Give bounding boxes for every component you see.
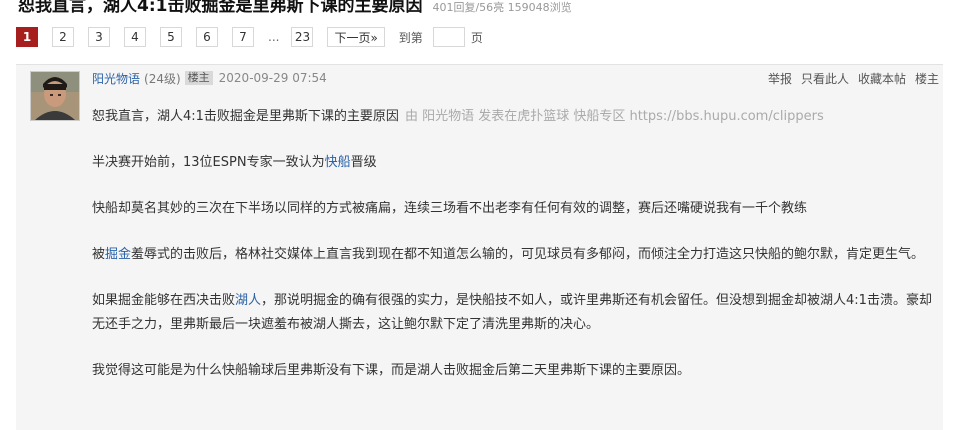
post-body: 恕我直言，湖人4:1击败掘金是里弗斯下课的主要原因由 阳光物语 发表在虎扑篮球 … [92,105,942,405]
p4-text-a: 如果掘金能够在西决击败 [92,293,236,308]
avatar[interactable] [30,71,80,121]
lakers-link[interactable]: 湖人 [235,293,261,308]
page-5-button[interactable]: 5 [160,27,182,47]
only-this-author-link[interactable]: 只看此人 [801,70,849,86]
p1-text-a: 半决赛开始前，13位ESPN专家一致认为 [92,155,325,170]
floor-label: 楼主 [914,72,939,86]
page-1-button[interactable]: 1 [16,27,38,47]
source-note: 由 阳光物语 发表在虎扑篮球 快船专区 https://bbs.hupu.com… [404,109,824,124]
page-last-button[interactable]: 23 [291,27,314,47]
goto-page-suffix: 页 [470,30,483,45]
page-6-button[interactable]: 6 [196,27,218,47]
p1-text-b: 晋级 [350,155,377,170]
paragraph-5: 我觉得这可能是为什么快船输球后里弗斯没有下课，而是湖人击败掘金后第二天里弗斯下课… [92,363,691,378]
pagination: 1 2 3 4 5 6 7 ... 23 下一页» 到第 页 [16,26,483,48]
page-2-button[interactable]: 2 [52,27,74,47]
paragraph-2: 快船却莫名其妙的三次在下半场以同样的方式被痛扁，连续三场看不出老李有任何有效的调… [92,201,808,216]
page-7-button[interactable]: 7 [232,27,254,47]
author-level: (24级) [144,71,181,86]
post-headline: 恕我直言，湖人4:1击败掘金是里弗斯下课的主要原因 [92,109,399,124]
post-headline-line: 恕我直言，湖人4:1击败掘金是里弗斯下课的主要原因由 阳光物语 发表在虎扑篮球 … [92,105,942,129]
author-link[interactable]: 阳光物语 [92,70,140,87]
post-meta: 阳光物语 (24级) 楼主 2020-09-29 07:54 [92,70,327,86]
thread-header: 恕我直言，湖人4:1击败掘金是里弗斯下课的主要原因 401回复/56亮 1590… [18,0,572,17]
goto-page-input[interactable] [432,27,465,47]
op-badge: 楼主 [184,71,213,85]
p3-text-b: 羞辱式的击败后，格林社交媒体上直言我到现在都不知道怎么输的，可见球员有多郁闷，而… [131,247,925,262]
page-4-button[interactable]: 4 [124,27,146,47]
bookmark-link[interactable]: 收藏本帖 [858,70,906,86]
thread-title: 恕我直言，湖人4:1击败掘金是里弗斯下课的主要原因 [18,0,423,16]
post-time: 2020-09-29 07:54 [218,71,327,85]
nuggets-link[interactable]: 掘金 [105,247,131,262]
avatar-image [31,72,79,120]
paragraph-4: 如果掘金能够在西决击败湖人，那说明掘金的确有很强的实力，是快船技不如人，或许里弗… [92,289,942,337]
paragraph-1: 半决赛开始前，13位ESPN专家一致认为快船晋级 [92,151,942,175]
clippers-link[interactable]: 快船 [325,155,351,170]
page-3-button[interactable]: 3 [88,27,110,47]
p3-text-a: 被 [92,247,106,262]
post-container: 阳光物语 (24级) 楼主 2020-09-29 07:54 举报 只看此人 收… [16,64,943,430]
paragraph-3: 被掘金羞辱式的击败后，格林社交媒体上直言我到现在都不知道怎么输的，可见球员有多郁… [92,243,942,267]
pagination-ellipsis: ... [268,30,280,44]
report-link[interactable]: 举报 [768,70,792,86]
post-actions: 举报 只看此人 收藏本帖 楼主 [759,70,939,86]
goto-page-label: 到第 [398,30,423,45]
next-page-button[interactable]: 下一页» [327,27,385,47]
thread-stats: 401回复/56亮 159048浏览 [432,1,572,14]
